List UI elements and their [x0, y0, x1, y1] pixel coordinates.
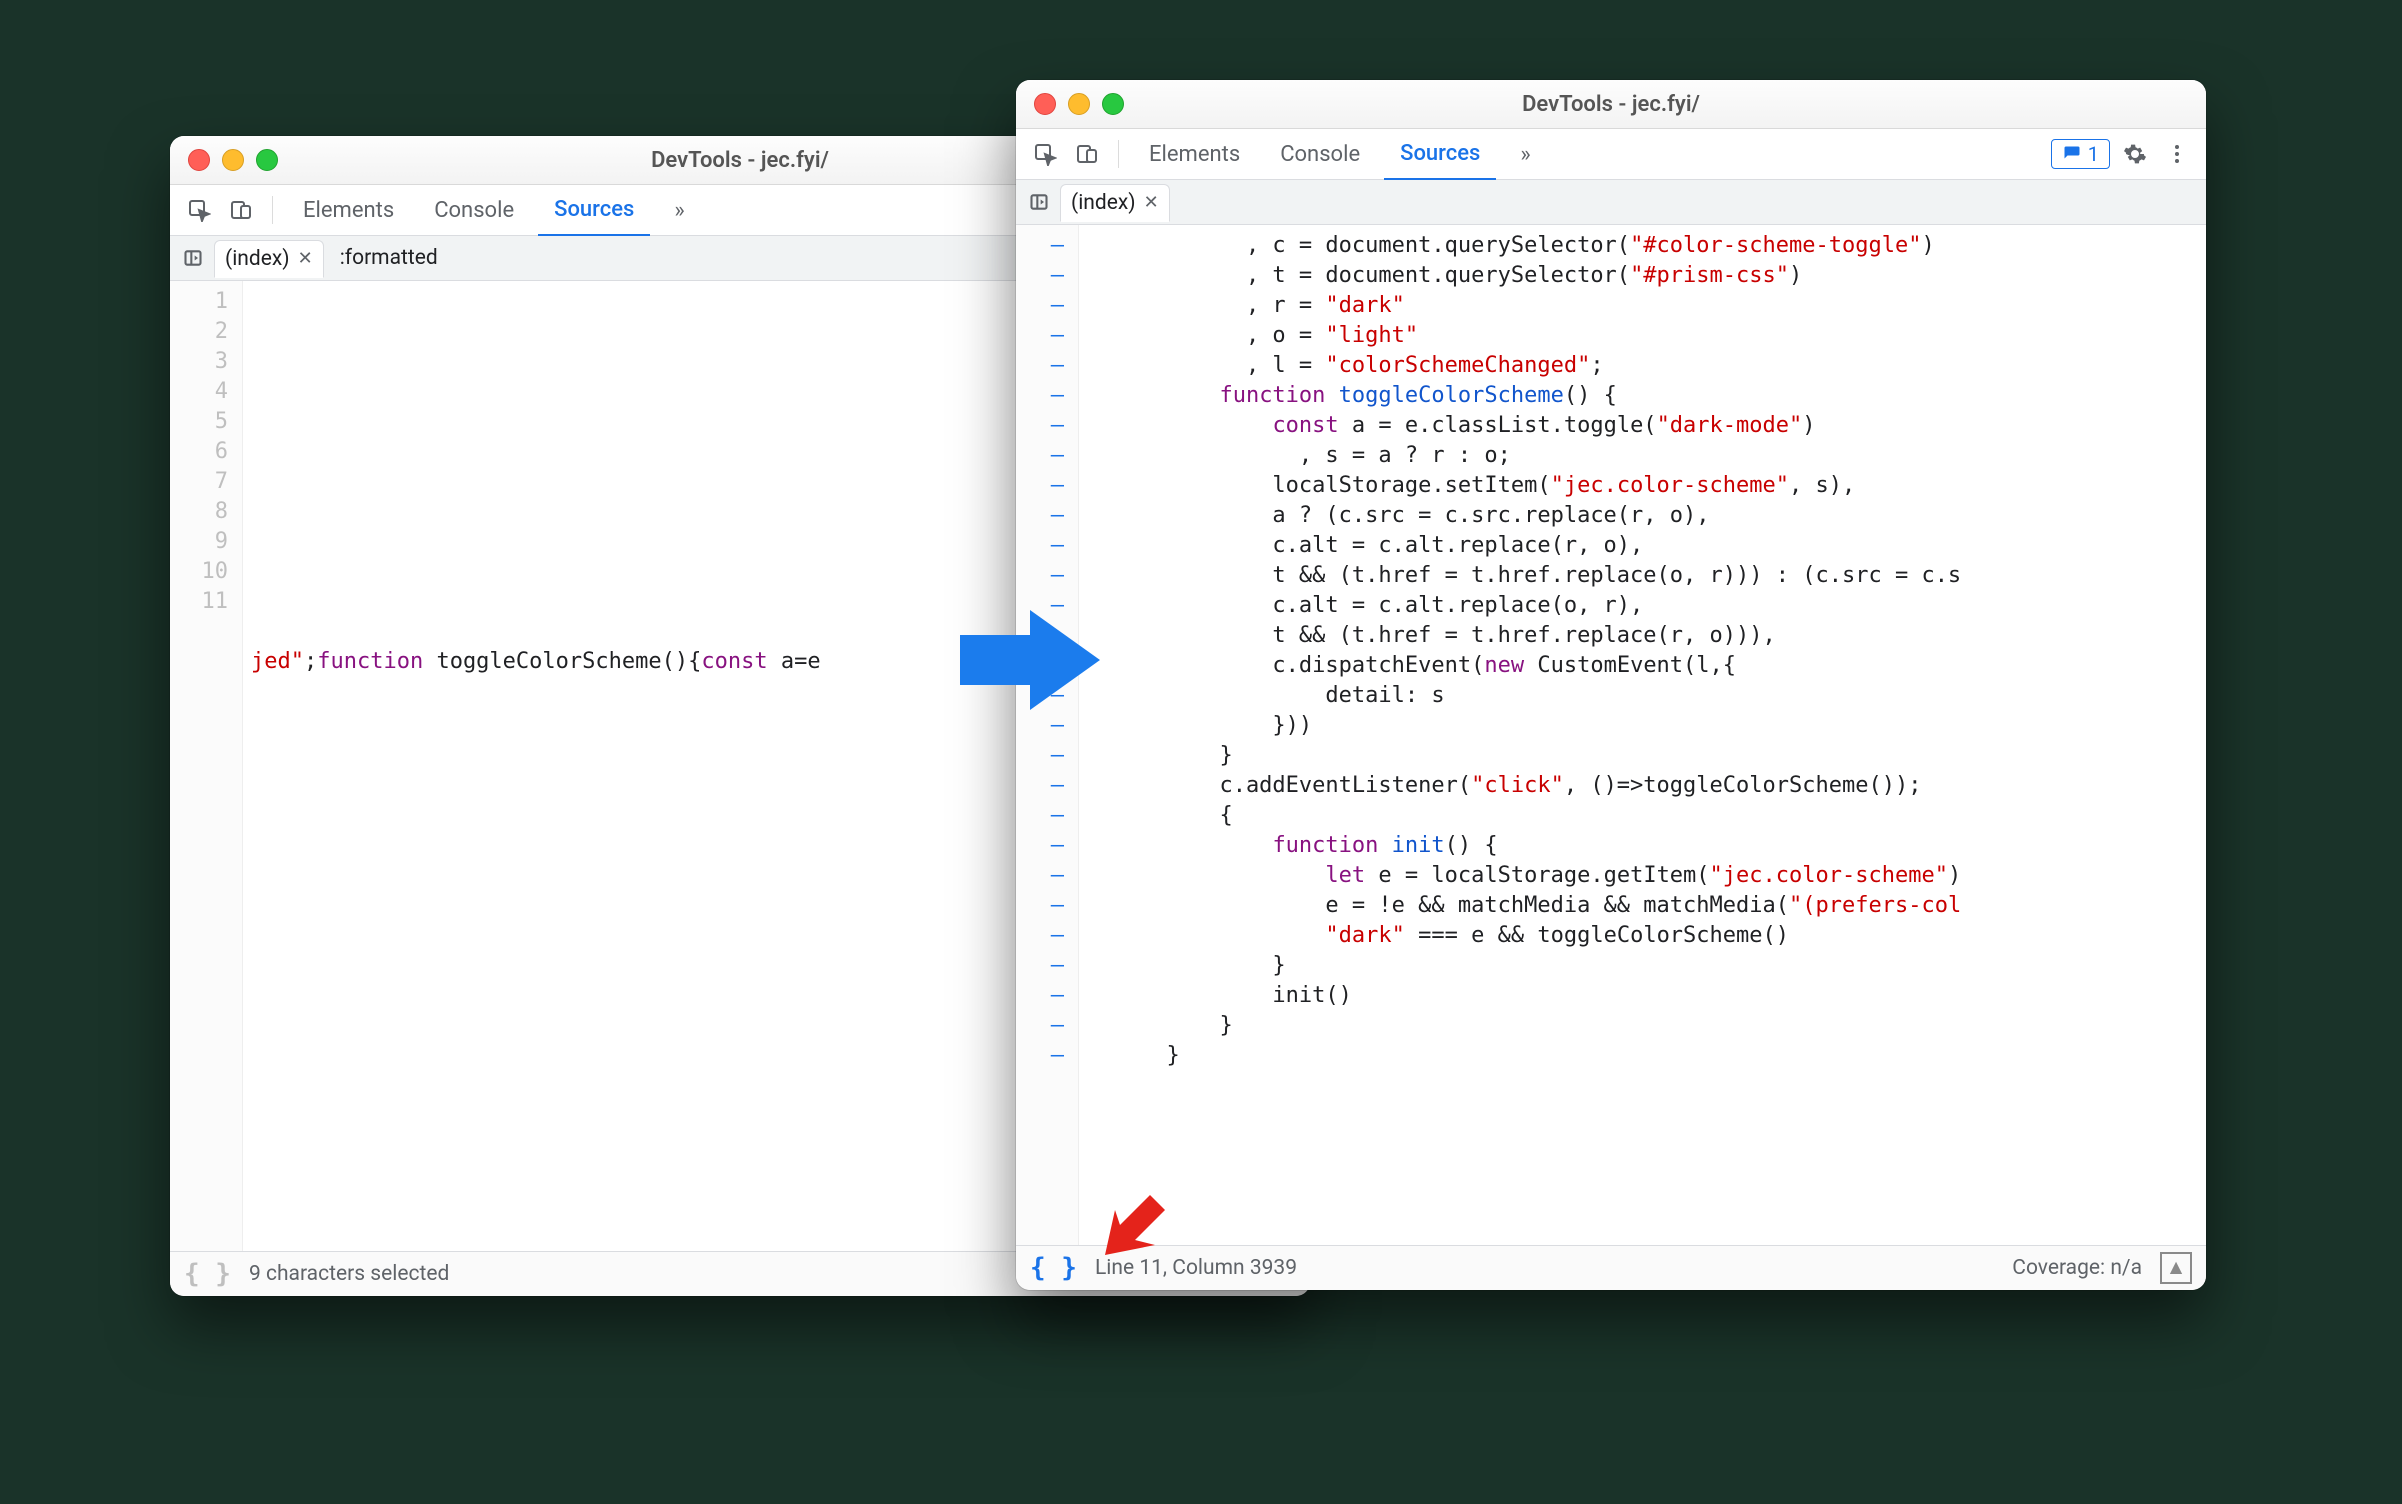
- main-toolbar: Elements Console Sources » 1: [1016, 129, 2206, 180]
- pretty-print-icon[interactable]: { }: [1030, 1253, 1077, 1283]
- status-cursor: Line 11, Column 3939: [1095, 1256, 1297, 1280]
- filetab-label: (index): [1071, 191, 1136, 215]
- status-selection: 9 characters selected: [249, 1262, 449, 1286]
- collapse-panel-icon[interactable]: ▲: [2160, 1252, 2192, 1284]
- tab-elements[interactable]: Elements: [287, 185, 410, 235]
- issues-badge[interactable]: 1: [2051, 139, 2110, 169]
- window-title: DevTools - jec.fyi/: [1016, 92, 2206, 117]
- line-gutter: 12 34 56 78 910 11: [170, 281, 243, 1251]
- file-tab-bar: (index) ✕: [1016, 180, 2206, 225]
- tab-elements[interactable]: Elements: [1133, 129, 1256, 179]
- line-gutter: –– –– –– –– –– –– –– –– –– –– –– –– –– –…: [1016, 225, 1079, 1245]
- device-toolbar-icon[interactable]: [1070, 137, 1104, 171]
- code-editor[interactable]: –– –– –– –– –– –– –– –– –– –– –– –– –– –…: [1016, 225, 2206, 1245]
- tab-more[interactable]: »: [658, 185, 700, 235]
- navigator-toggle-icon[interactable]: [178, 241, 208, 275]
- status-coverage: Coverage: n/a: [2012, 1256, 2142, 1280]
- tab-sources[interactable]: Sources: [1384, 128, 1496, 181]
- tab-console[interactable]: Console: [418, 185, 530, 235]
- close-icon[interactable]: ✕: [298, 248, 313, 269]
- filetab-label: :formatted: [340, 246, 438, 270]
- devtools-right: DevTools - jec.fyi/ Elements Console Sou…: [1016, 80, 2206, 1290]
- close-icon[interactable]: ✕: [1144, 192, 1159, 213]
- tab-more[interactable]: »: [1504, 129, 1546, 179]
- navigator-toggle-icon[interactable]: [1024, 185, 1054, 219]
- filetab-index[interactable]: (index) ✕: [1060, 184, 1170, 222]
- inspect-element-icon[interactable]: [182, 193, 216, 227]
- inspect-element-icon[interactable]: [1028, 137, 1062, 171]
- code-content[interactable]: , c = document.querySelector("#color-sch…: [1079, 225, 2206, 1245]
- tab-console[interactable]: Console: [1264, 129, 1376, 179]
- issues-count: 1: [2088, 142, 2099, 166]
- device-toolbar-icon[interactable]: [224, 193, 258, 227]
- filetab-label: (index): [225, 247, 290, 271]
- filetab-index[interactable]: (index) ✕: [214, 240, 324, 278]
- pretty-print-icon[interactable]: { }: [184, 1259, 231, 1289]
- menu-kebab-icon[interactable]: [2160, 137, 2194, 171]
- titlebar: DevTools - jec.fyi/: [1016, 80, 2206, 129]
- tab-sources[interactable]: Sources: [538, 184, 650, 237]
- status-bar: { } Line 11, Column 3939 Coverage: n/a ▲: [1016, 1245, 2206, 1290]
- settings-gear-icon[interactable]: [2118, 137, 2152, 171]
- filetab-formatted[interactable]: :formatted: [330, 240, 448, 276]
